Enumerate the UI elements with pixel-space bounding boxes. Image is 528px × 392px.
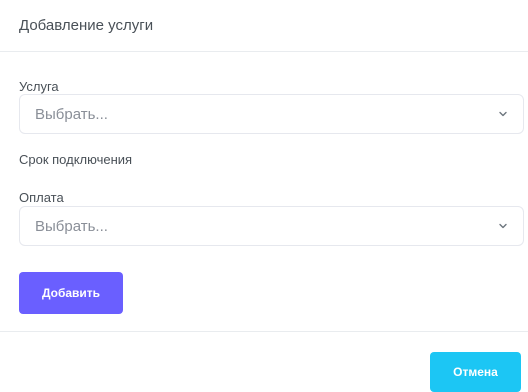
payment-select-value: Выбрать... bbox=[35, 218, 108, 235]
chevron-down-icon bbox=[499, 111, 507, 117]
connection-term-label: Срок подключения bbox=[19, 152, 133, 167]
add-service-modal: Добавление услуги Услуга Выбрать... Срок… bbox=[0, 0, 528, 392]
service-select-value: Выбрать... bbox=[35, 106, 108, 123]
modal-body: Услуга Выбрать... Срок подключения Оплат… bbox=[0, 52, 528, 332]
modal-title: Добавление услуги bbox=[19, 17, 154, 34]
cancel-button[interactable]: Отмена bbox=[430, 352, 521, 392]
service-label: Услуга bbox=[19, 79, 59, 94]
payment-select[interactable]: Выбрать... bbox=[19, 206, 524, 246]
modal-footer: Отмена bbox=[0, 332, 528, 392]
payment-label: Оплата bbox=[19, 190, 64, 205]
modal-header: Добавление услуги bbox=[0, 0, 528, 52]
chevron-down-icon bbox=[499, 223, 507, 229]
add-button[interactable]: Добавить bbox=[19, 272, 123, 314]
service-select[interactable]: Выбрать... bbox=[19, 94, 524, 134]
